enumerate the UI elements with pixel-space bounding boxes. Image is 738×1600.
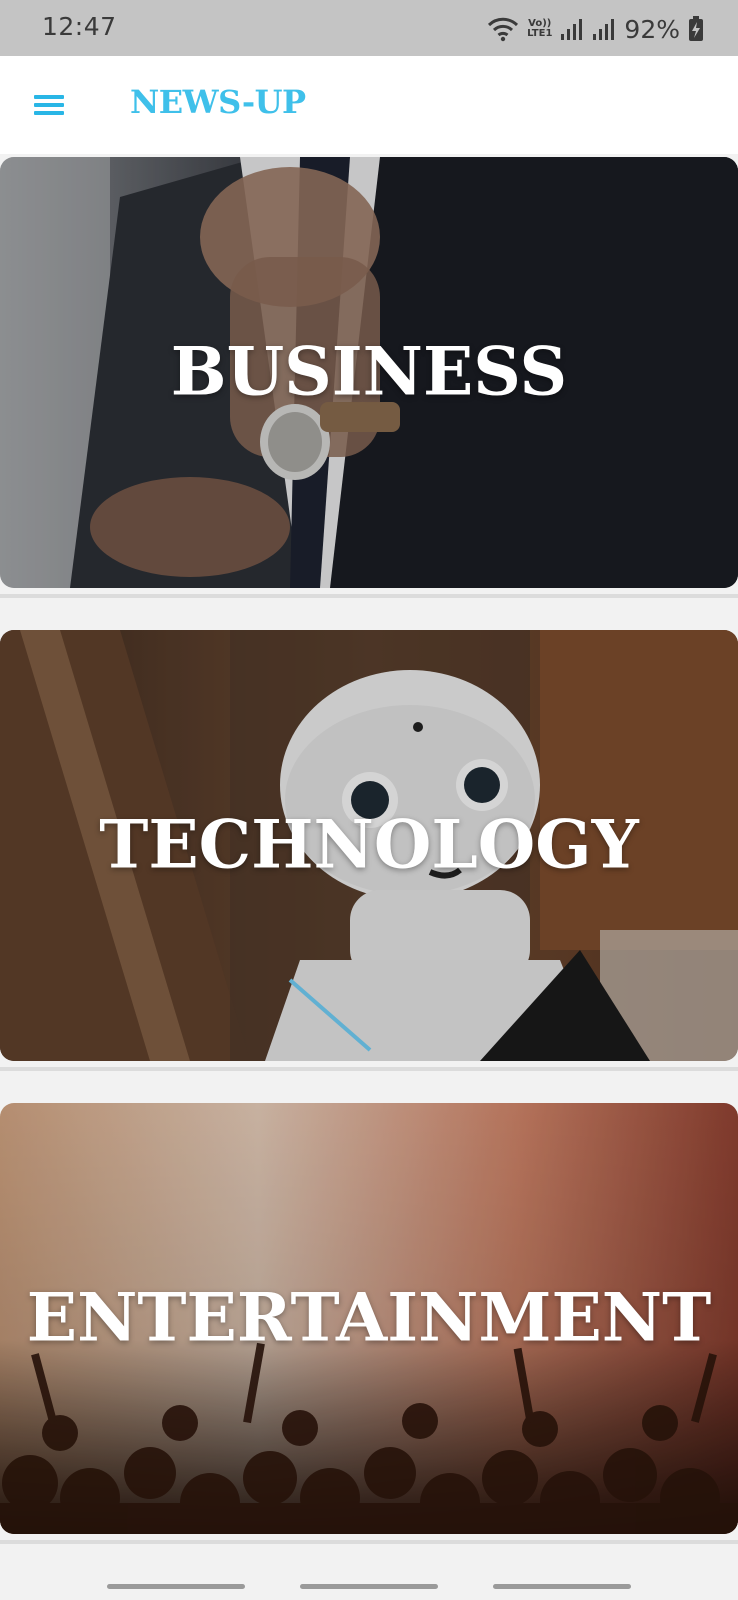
signal-strength-icon-2 (593, 19, 615, 40)
battery-percent: 92% (624, 14, 680, 44)
app-bar: NEWS-UP (0, 56, 738, 154)
battery-charging-icon (689, 16, 703, 41)
card-divider (0, 1540, 738, 1544)
status-bar: 12:47 Vo)) LTE1 92% (0, 0, 738, 56)
category-card-business[interactable]: BUSINESS (0, 157, 738, 588)
status-icons: Vo)) LTE1 92% (487, 12, 704, 46)
wifi-icon (488, 17, 519, 42)
nav-home-button[interactable] (300, 1584, 438, 1589)
volte-lte-icon: Vo)) LTE1 (527, 18, 553, 39)
category-label-entertainment: ENTERTAINMENT (26, 1277, 712, 1356)
status-time: 12:47 (42, 12, 117, 41)
card-divider (0, 594, 738, 598)
category-label-business: BUSINESS (170, 331, 568, 410)
signal-strength-icon-1 (561, 19, 583, 40)
nav-recents-button[interactable] (107, 1584, 245, 1589)
app-title: NEWS-UP (130, 83, 306, 121)
card-divider (0, 1067, 738, 1071)
system-navigation-bar (0, 1560, 738, 1600)
category-label-technology: TECHNOLOGY (99, 804, 639, 883)
hamburger-menu-icon[interactable] (28, 86, 68, 124)
nav-back-button[interactable] (493, 1584, 631, 1589)
category-card-entertainment[interactable]: ENTERTAINMENT (0, 1103, 738, 1534)
category-card-technology[interactable]: TECHNOLOGY (0, 630, 738, 1061)
